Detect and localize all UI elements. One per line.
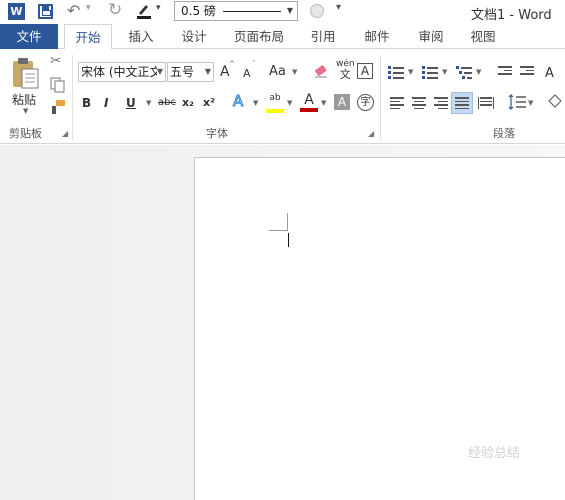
font-color-button[interactable]: A bbox=[300, 92, 318, 112]
italic-button[interactable]: I bbox=[104, 95, 108, 111]
chevron-down-icon: ▼ bbox=[156, 63, 163, 81]
font-color-dropdown-icon[interactable]: ▼ bbox=[321, 99, 326, 107]
font-color-bar bbox=[300, 108, 318, 112]
line-weight-value: 0.5 磅 bbox=[181, 4, 216, 18]
ribbon-tabs: 文件 开始 插入 设计 页面布局 引用 邮件 审阅 视图 bbox=[0, 24, 565, 50]
paragraph-shading-icon[interactable] bbox=[546, 93, 565, 111]
ribbon: 粘贴 ▼ ✂ 剪贴板 ◢ 宋体 (中文正文 ▼ 五号 ▼ A ^ A ˇ Aa … bbox=[0, 49, 565, 144]
strikethrough-button[interactable]: abc bbox=[158, 95, 176, 111]
text-cursor bbox=[288, 233, 289, 247]
copy-icon[interactable] bbox=[50, 77, 66, 93]
numbering-dropdown-icon[interactable]: ▼ bbox=[442, 68, 447, 76]
customize-qat-icon[interactable]: ▾ bbox=[336, 2, 341, 13]
font-color-label: A bbox=[304, 92, 314, 108]
paste-dropdown-icon[interactable]: ▼ bbox=[23, 107, 28, 115]
distributed-icon[interactable] bbox=[478, 97, 494, 109]
subscript-button[interactable]: x₂ bbox=[182, 95, 194, 111]
underline-button[interactable]: U bbox=[126, 95, 136, 111]
caret-down-icon: ˇ bbox=[252, 60, 256, 68]
redo-icon[interactable]: ↻ bbox=[108, 0, 122, 20]
highlight-dropdown-icon[interactable]: ▼ bbox=[287, 99, 292, 107]
paragraph-group-label: 段落 bbox=[493, 127, 515, 140]
enclose-characters-button[interactable]: 字 bbox=[357, 94, 374, 111]
tab-layout[interactable]: 页面布局 bbox=[226, 24, 292, 49]
divider bbox=[380, 55, 381, 140]
margin-corner-mark bbox=[269, 230, 288, 231]
line-spacing-dropdown-icon[interactable]: ▼ bbox=[528, 99, 533, 107]
align-left-icon[interactable] bbox=[390, 97, 404, 109]
text-effects-button[interactable]: A bbox=[232, 93, 243, 110]
tab-file[interactable]: 文件 bbox=[0, 24, 58, 49]
paste-label[interactable]: 粘贴 bbox=[12, 91, 36, 108]
chevron-down-icon: ▼ bbox=[204, 63, 211, 81]
clear-format-icon[interactable] bbox=[313, 63, 329, 79]
font-name-select[interactable]: 宋体 (中文正文 ▼ bbox=[78, 62, 166, 82]
bullets-dropdown-icon[interactable]: ▼ bbox=[408, 68, 413, 76]
watermark-text: 经验总结 bbox=[468, 446, 521, 461]
decrease-indent-icon[interactable] bbox=[498, 66, 512, 78]
highlight-color-bar bbox=[266, 109, 284, 113]
tab-design[interactable]: 设计 bbox=[170, 24, 218, 49]
underline-dropdown-icon[interactable]: ▼ bbox=[146, 99, 151, 107]
bullets-icon[interactable] bbox=[388, 66, 404, 80]
cut-icon[interactable]: ✂ bbox=[50, 53, 62, 69]
align-center-icon[interactable] bbox=[412, 97, 426, 109]
line-spacing-icon[interactable] bbox=[508, 93, 528, 111]
highlight-button[interactable]: ab bbox=[266, 93, 284, 113]
format-painter-icon[interactable] bbox=[50, 99, 66, 115]
svg-text:A: A bbox=[545, 66, 554, 81]
paste-icon[interactable] bbox=[10, 57, 40, 89]
font-group-label: 字体 bbox=[206, 127, 228, 140]
undo-icon[interactable]: ↶ bbox=[67, 1, 80, 20]
undo-dropdown-icon[interactable]: ▾ bbox=[86, 3, 91, 13]
tab-review[interactable]: 审阅 bbox=[408, 24, 454, 49]
clipboard-group-label: 剪贴板 bbox=[9, 127, 42, 140]
tab-references[interactable]: 引用 bbox=[300, 24, 346, 49]
change-case-button[interactable]: Aa bbox=[269, 64, 286, 80]
sort-icon[interactable]: A bbox=[544, 63, 565, 81]
tab-mailings[interactable]: 邮件 bbox=[354, 24, 400, 49]
superscript-button[interactable]: x² bbox=[203, 95, 215, 111]
font-name-value: 宋体 (中文正文 bbox=[81, 65, 162, 79]
phonetic-guide-button[interactable]: wén 文 bbox=[336, 60, 355, 81]
line-sample bbox=[223, 11, 281, 12]
chevron-down-icon: ▼ bbox=[286, 6, 293, 15]
quick-access-toolbar: W ↶ ▾ ↻ ▾ 0.5 磅 ▼ ▾ 文档1 - Word bbox=[0, 0, 565, 24]
line-weight-select[interactable]: 0.5 磅 ▼ bbox=[174, 1, 298, 21]
circle-icon[interactable] bbox=[310, 4, 324, 18]
save-icon[interactable] bbox=[38, 4, 53, 19]
character-shading-button[interactable]: A bbox=[334, 94, 350, 110]
tab-insert[interactable]: 插入 bbox=[118, 24, 164, 49]
font-size-value: 五号 bbox=[170, 65, 195, 79]
character-border-button[interactable]: A bbox=[357, 63, 373, 79]
divider bbox=[72, 55, 73, 140]
justify-icon bbox=[455, 97, 469, 109]
caret-up-icon: ^ bbox=[229, 60, 235, 68]
tab-home[interactable]: 开始 bbox=[64, 24, 112, 50]
change-case-dropdown-icon[interactable]: ▼ bbox=[292, 68, 297, 76]
justify-button[interactable] bbox=[451, 92, 473, 114]
align-right-icon[interactable] bbox=[434, 97, 448, 109]
shrink-font-button[interactable]: A bbox=[243, 66, 251, 82]
margin-corner-mark bbox=[287, 213, 288, 231]
font-launcher-icon[interactable]: ◢ bbox=[368, 129, 374, 138]
window-title: 文档1 - Word bbox=[471, 8, 552, 23]
font-size-select[interactable]: 五号 ▼ bbox=[167, 62, 214, 82]
multilevel-list-icon[interactable] bbox=[456, 66, 472, 80]
phonetic-guide-bottom: 文 bbox=[339, 68, 351, 81]
tab-view[interactable]: 视图 bbox=[460, 24, 506, 49]
text-effects-dropdown-icon[interactable]: ▼ bbox=[253, 99, 258, 107]
word-app-icon[interactable]: W bbox=[8, 3, 25, 20]
bold-button[interactable]: B bbox=[82, 95, 91, 111]
numbering-icon[interactable] bbox=[422, 66, 438, 80]
pen-color-icon[interactable] bbox=[136, 2, 152, 19]
clipboard-launcher-icon[interactable]: ◢ bbox=[62, 129, 68, 138]
highlight-label: ab bbox=[269, 93, 281, 103]
multilevel-dropdown-icon[interactable]: ▼ bbox=[476, 68, 481, 76]
pen-dropdown-icon[interactable]: ▾ bbox=[156, 3, 161, 13]
increase-indent-icon[interactable] bbox=[520, 66, 534, 78]
